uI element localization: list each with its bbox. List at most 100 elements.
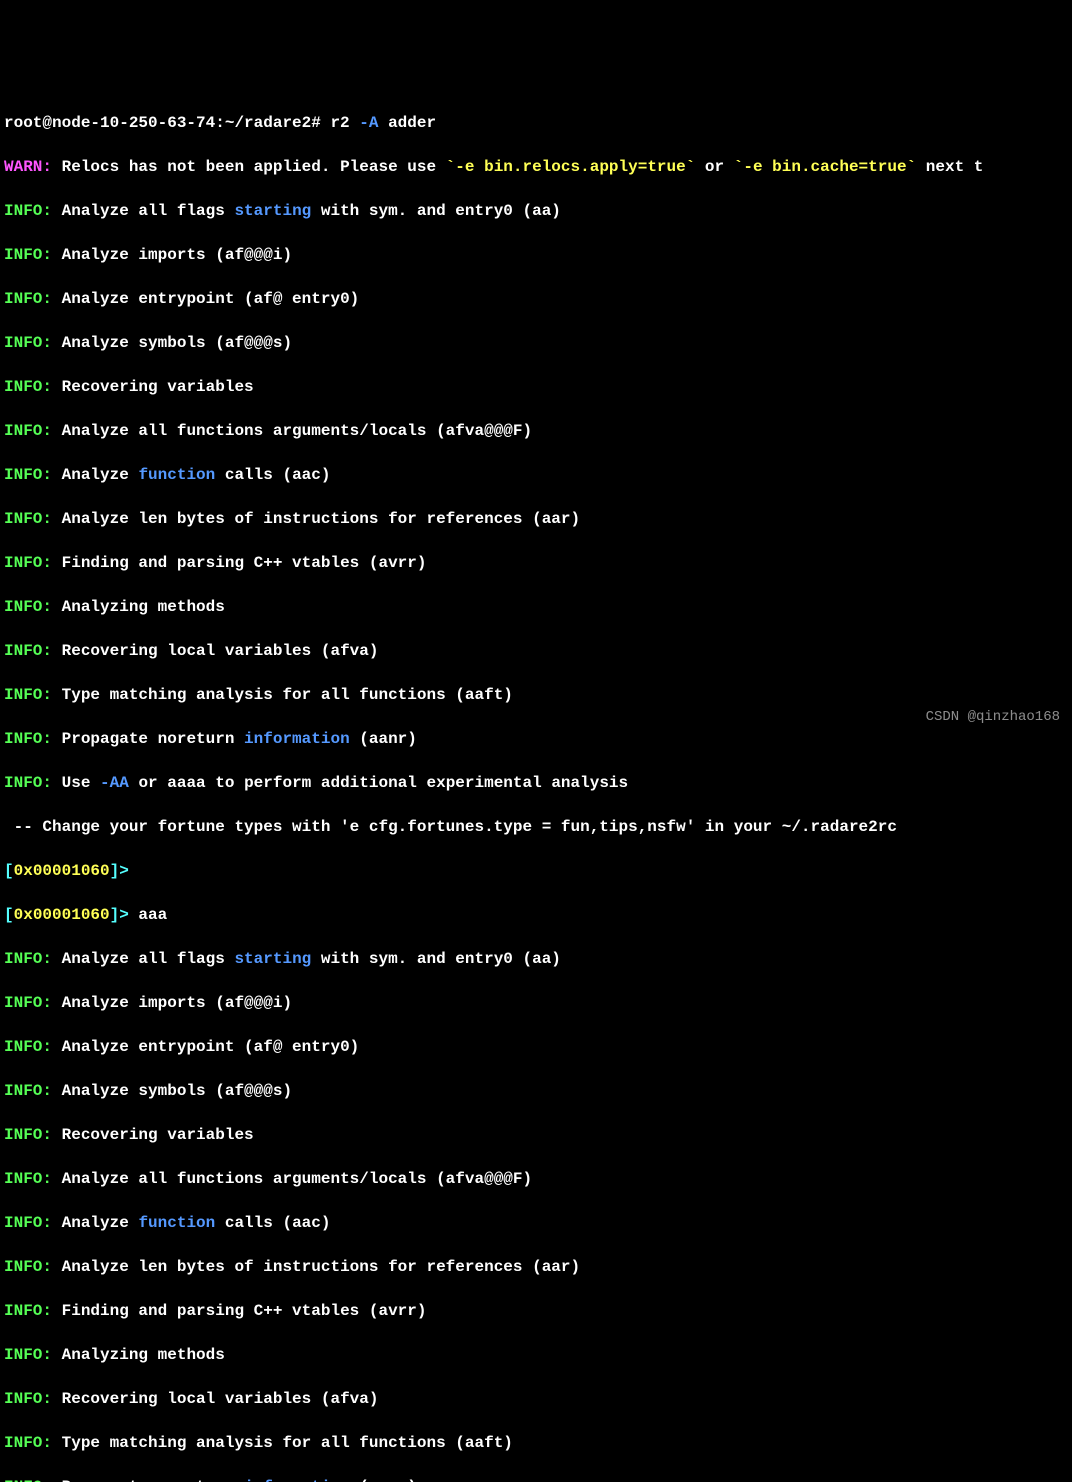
info-text: Finding and parsing C++ vtables (avrr) [52, 1302, 426, 1320]
info-label: INFO: [4, 1126, 52, 1144]
info-line: INFO: Propagate noreturn information (aa… [4, 728, 1068, 750]
info-text: Analyze len bytes of instructions for re… [52, 510, 580, 528]
info-text: Analyze [52, 466, 138, 484]
info-text: Propagate noreturn [52, 730, 244, 748]
keyword-function: function [138, 1214, 215, 1232]
info-line: INFO: Analyze all flags starting with sy… [4, 948, 1068, 970]
info-text: or aaaa to perform additional experiment… [129, 774, 628, 792]
info-label: INFO: [4, 246, 52, 264]
info-label: INFO: [4, 1082, 52, 1100]
keyword-information: information [244, 730, 350, 748]
info-line: INFO: Analyze entrypoint (af@ entry0) [4, 1036, 1068, 1058]
info-text: Analyze entrypoint (af@ entry0) [52, 1038, 359, 1056]
info-text: Analyze all flags [52, 950, 234, 968]
info-line: INFO: Analyze entrypoint (af@ entry0) [4, 288, 1068, 310]
info-text: Analyze [52, 1214, 138, 1232]
info-label: INFO: [4, 290, 52, 308]
info-line: INFO: Analyze symbols (af@@@s) [4, 1080, 1068, 1102]
info-line: INFO: Analyzing methods [4, 1344, 1068, 1366]
info-line: INFO: Use -AA or aaaa to perform additio… [4, 772, 1068, 794]
info-label: INFO: [4, 730, 52, 748]
info-text: Recovering local variables (afva) [52, 1390, 378, 1408]
info-text: Use [52, 774, 100, 792]
info-line: INFO: Analyze function calls (aac) [4, 464, 1068, 486]
prompt-bracket-open: [ [4, 906, 14, 924]
info-label: INFO: [4, 378, 52, 396]
warn-code: `-e bin.relocs.apply=true` [446, 158, 696, 176]
info-label: INFO: [4, 774, 52, 792]
info-label: INFO: [4, 1434, 52, 1452]
info-label: INFO: [4, 598, 52, 616]
info-line: INFO: Analyze symbols (af@@@s) [4, 332, 1068, 354]
r2-prompt-line[interactable]: [0x00001060]> [4, 860, 1068, 882]
prompt-address: 0x00001060 [14, 862, 110, 880]
watermark: CSDN @qinzhao168 [926, 706, 1060, 728]
keyword-starting: starting [234, 202, 311, 220]
r2-prompt-line[interactable]: [0x00001060]> aaa [4, 904, 1068, 926]
info-line: INFO: Analyze imports (af@@@i) [4, 992, 1068, 1014]
info-label: INFO: [4, 950, 52, 968]
info-line: INFO: Recovering variables [4, 376, 1068, 398]
info-line: INFO: Analyzing methods [4, 596, 1068, 618]
cmd-suffix: adder [378, 114, 436, 132]
info-text: Analyze entrypoint (af@ entry0) [52, 290, 359, 308]
warn-text: next t [916, 158, 983, 176]
info-text: calls (aac) [215, 1214, 330, 1232]
info-line: INFO: Analyze all flags starting with sy… [4, 200, 1068, 222]
fortune-text: -- Change your fortune types with 'e cfg… [4, 818, 897, 836]
terminal-output[interactable]: root@node-10-250-63-74:~/radare2# r2 -A … [4, 90, 1068, 1482]
prompt-bracket-close: ]> [110, 862, 129, 880]
info-label: INFO: [4, 510, 52, 528]
flag-AA: -AA [100, 774, 129, 792]
info-label: INFO: [4, 554, 52, 572]
info-text: Analyzing methods [52, 1346, 225, 1364]
info-label: INFO: [4, 994, 52, 1012]
info-text: Analyze all functions arguments/locals (… [52, 422, 532, 440]
info-text: (aanr) [350, 1478, 417, 1482]
info-label: INFO: [4, 1038, 52, 1056]
fortune-line: -- Change your fortune types with 'e cfg… [4, 816, 1068, 838]
warn-code: `-e bin.cache=true` [734, 158, 916, 176]
info-label: INFO: [4, 334, 52, 352]
info-text: Analyze len bytes of instructions for re… [52, 1258, 580, 1276]
info-line: INFO: Analyze all functions arguments/lo… [4, 420, 1068, 442]
info-text: Analyze symbols (af@@@s) [52, 1082, 292, 1100]
info-label: INFO: [4, 642, 52, 660]
cmd-flag: -A [359, 114, 378, 132]
info-label: INFO: [4, 1170, 52, 1188]
info-text: Analyze imports (af@@@i) [52, 994, 292, 1012]
info-text: Analyze all flags [52, 202, 234, 220]
info-text: Analyze symbols (af@@@s) [52, 334, 292, 352]
info-line: INFO: Finding and parsing C++ vtables (a… [4, 552, 1068, 574]
info-label: INFO: [4, 422, 52, 440]
info-text: Recovering variables [52, 1126, 254, 1144]
info-line: INFO: Analyze function calls (aac) [4, 1212, 1068, 1234]
info-line: INFO: Recovering local variables (afva) [4, 1388, 1068, 1410]
prompt-bracket-close: ]> [110, 906, 129, 924]
info-label: INFO: [4, 686, 52, 704]
info-text: with sym. and entry0 (aa) [311, 950, 561, 968]
info-text: Analyze all functions arguments/locals (… [52, 1170, 532, 1188]
shell-user-host: root@node-10-250-63-74 [4, 114, 215, 132]
warn-text: or [695, 158, 733, 176]
warn-text: Relocs has not been applied. Please use [52, 158, 446, 176]
warn-label: WARN: [4, 158, 52, 176]
info-line: INFO: Analyze len bytes of instructions … [4, 1256, 1068, 1278]
user-command: aaa [129, 906, 167, 924]
info-line: INFO: Analyze all functions arguments/lo… [4, 1168, 1068, 1190]
info-label: INFO: [4, 1302, 52, 1320]
keyword-information: information [244, 1478, 350, 1482]
prompt-bracket-open: [ [4, 862, 14, 880]
info-text: Analyze imports (af@@@i) [52, 246, 292, 264]
info-text: Type matching analysis for all functions… [52, 1434, 513, 1452]
info-label: INFO: [4, 1214, 52, 1232]
info-line: INFO: Finding and parsing C++ vtables (a… [4, 1300, 1068, 1322]
shell-prompt-line: root@node-10-250-63-74:~/radare2# r2 -A … [4, 112, 1068, 134]
keyword-starting: starting [234, 950, 311, 968]
info-line: INFO: Analyze imports (af@@@i) [4, 244, 1068, 266]
info-text: calls (aac) [215, 466, 330, 484]
info-text: Propagate noreturn [52, 1478, 244, 1482]
info-text: Analyzing methods [52, 598, 225, 616]
info-text: (aanr) [350, 730, 417, 748]
info-line: INFO: Recovering variables [4, 1124, 1068, 1146]
